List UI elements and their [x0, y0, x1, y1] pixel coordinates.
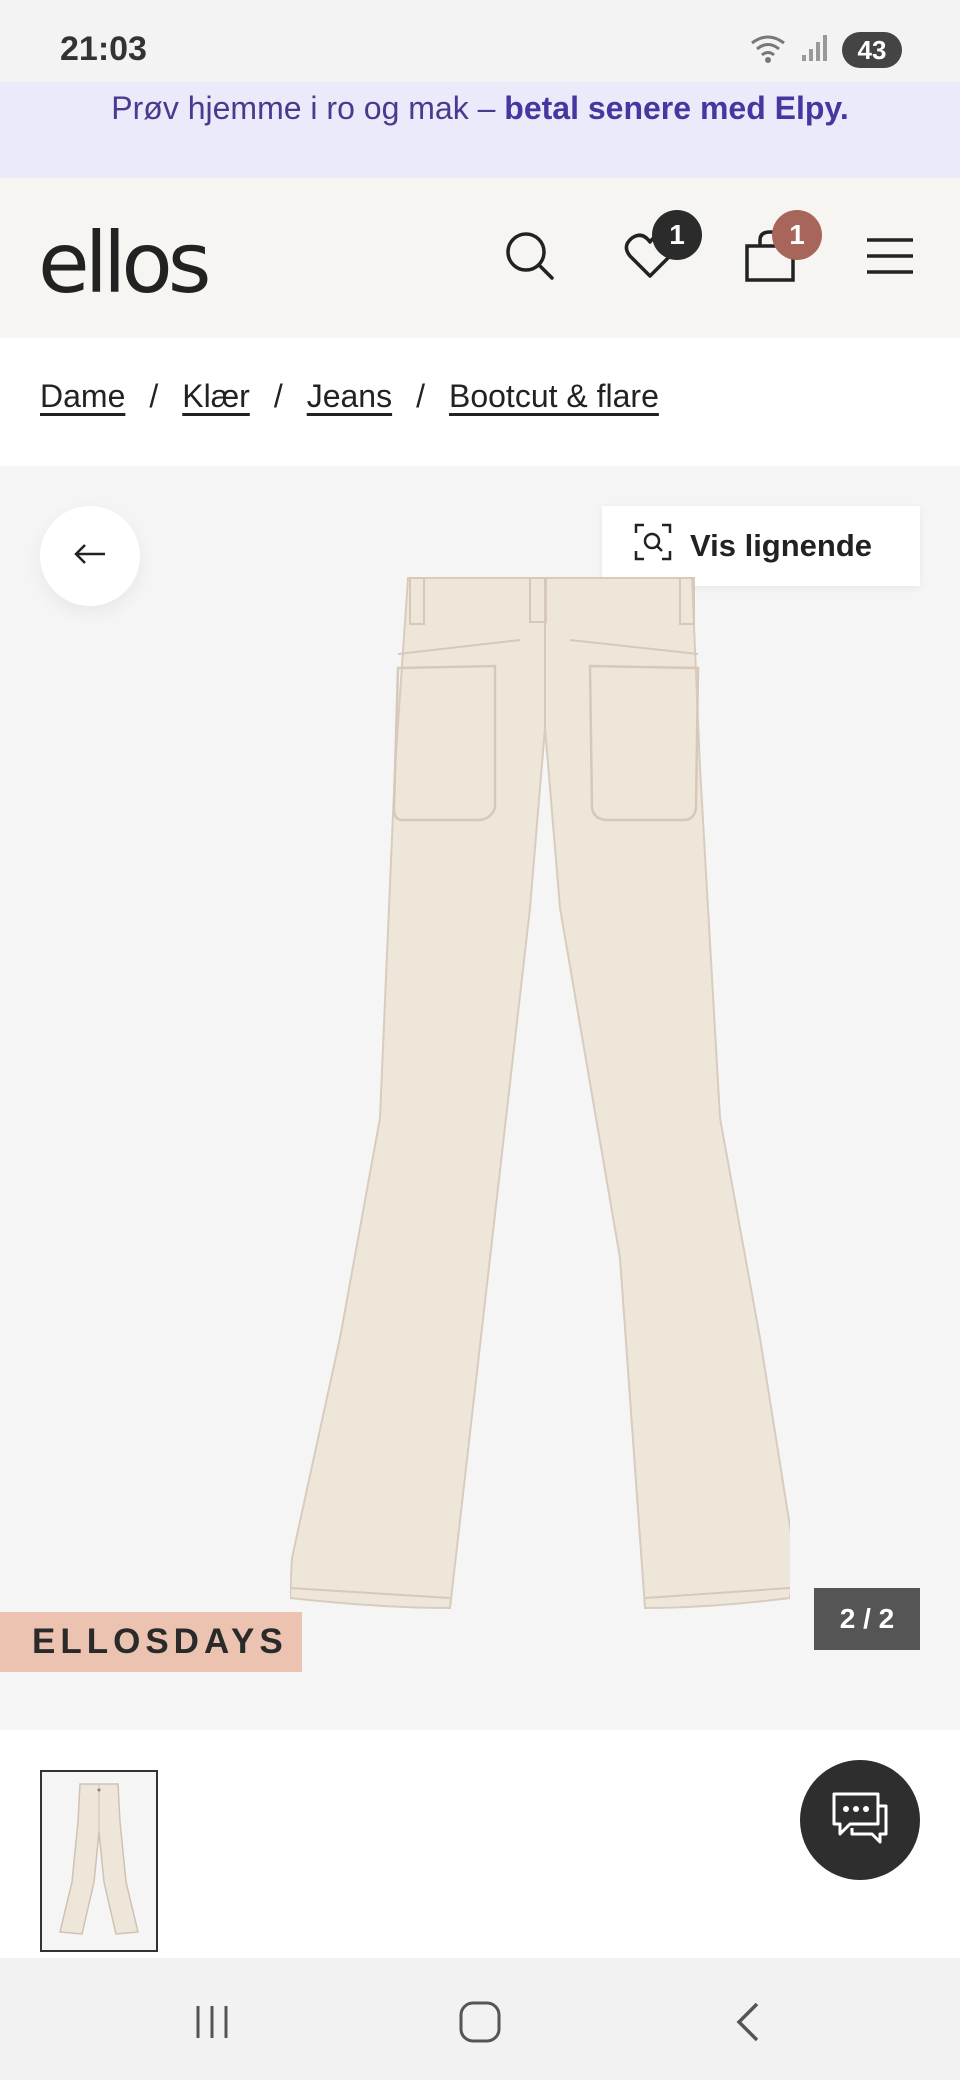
product-gallery[interactable]: Vis lignende ELLOSDAYS 2 / 2	[0, 466, 960, 1730]
flared-jeans-back-image	[290, 577, 790, 1610]
cart-count-badge: 1	[772, 210, 822, 260]
signal-icon	[800, 33, 830, 68]
menu-button[interactable]	[852, 220, 928, 296]
campaign-label: ELLOSDAYS	[0, 1612, 302, 1672]
promo-text: Prøv hjemme i ro og mak –	[111, 90, 505, 126]
status-time: 21:03	[60, 30, 147, 68]
promo-highlight[interactable]: betal senere med Elpy.	[504, 90, 848, 126]
chat-button[interactable]	[800, 1760, 920, 1880]
back-button[interactable]	[40, 506, 140, 606]
menu-icon	[865, 236, 915, 281]
cart-button[interactable]: 1	[732, 210, 822, 296]
ellos-logo[interactable]: ellos	[38, 214, 212, 312]
status-bar: 21:03 43	[0, 0, 960, 82]
breadcrumb-klaer[interactable]: Klær	[182, 378, 250, 415]
product-thumbnail[interactable]	[40, 1770, 158, 1952]
promo-banner[interactable]: Prøv hjemme i ro og mak – betal senere m…	[0, 82, 960, 178]
wishlist-count-badge: 1	[652, 210, 702, 260]
breadcrumb-separator: /	[149, 378, 159, 414]
image-counter: 2 / 2	[814, 1588, 920, 1650]
breadcrumb-separator: /	[273, 378, 283, 414]
breadcrumb: Dame / Klær / Jeans / Bootcut & flare	[40, 378, 659, 415]
breadcrumb-jeans[interactable]: Jeans	[307, 378, 392, 415]
search-icon	[502, 228, 558, 289]
site-header: ellos 1 1	[0, 178, 960, 338]
back-nav-button[interactable]	[708, 1994, 788, 2054]
recent-apps-icon	[192, 2002, 232, 2047]
wishlist-button[interactable]: 1	[612, 210, 702, 296]
search-button[interactable]	[492, 220, 568, 296]
breadcrumb-dame[interactable]: Dame	[40, 378, 125, 415]
recent-apps-button[interactable]	[172, 1994, 252, 2054]
battery-indicator: 43	[842, 32, 902, 68]
status-icons: 43	[748, 30, 902, 70]
home-button[interactable]	[440, 1994, 520, 2054]
wifi-icon	[748, 31, 788, 70]
arrow-left-icon	[73, 542, 107, 571]
breadcrumb-separator: /	[416, 378, 425, 414]
home-icon	[458, 2000, 502, 2049]
thumbnail-image	[59, 1783, 139, 1935]
chat-icon	[828, 1790, 892, 1851]
system-navigation-bar	[0, 1958, 960, 2080]
breadcrumb-bootcut-flare[interactable]: Bootcut & flare	[449, 378, 659, 415]
back-chevron-icon	[733, 2000, 763, 2049]
